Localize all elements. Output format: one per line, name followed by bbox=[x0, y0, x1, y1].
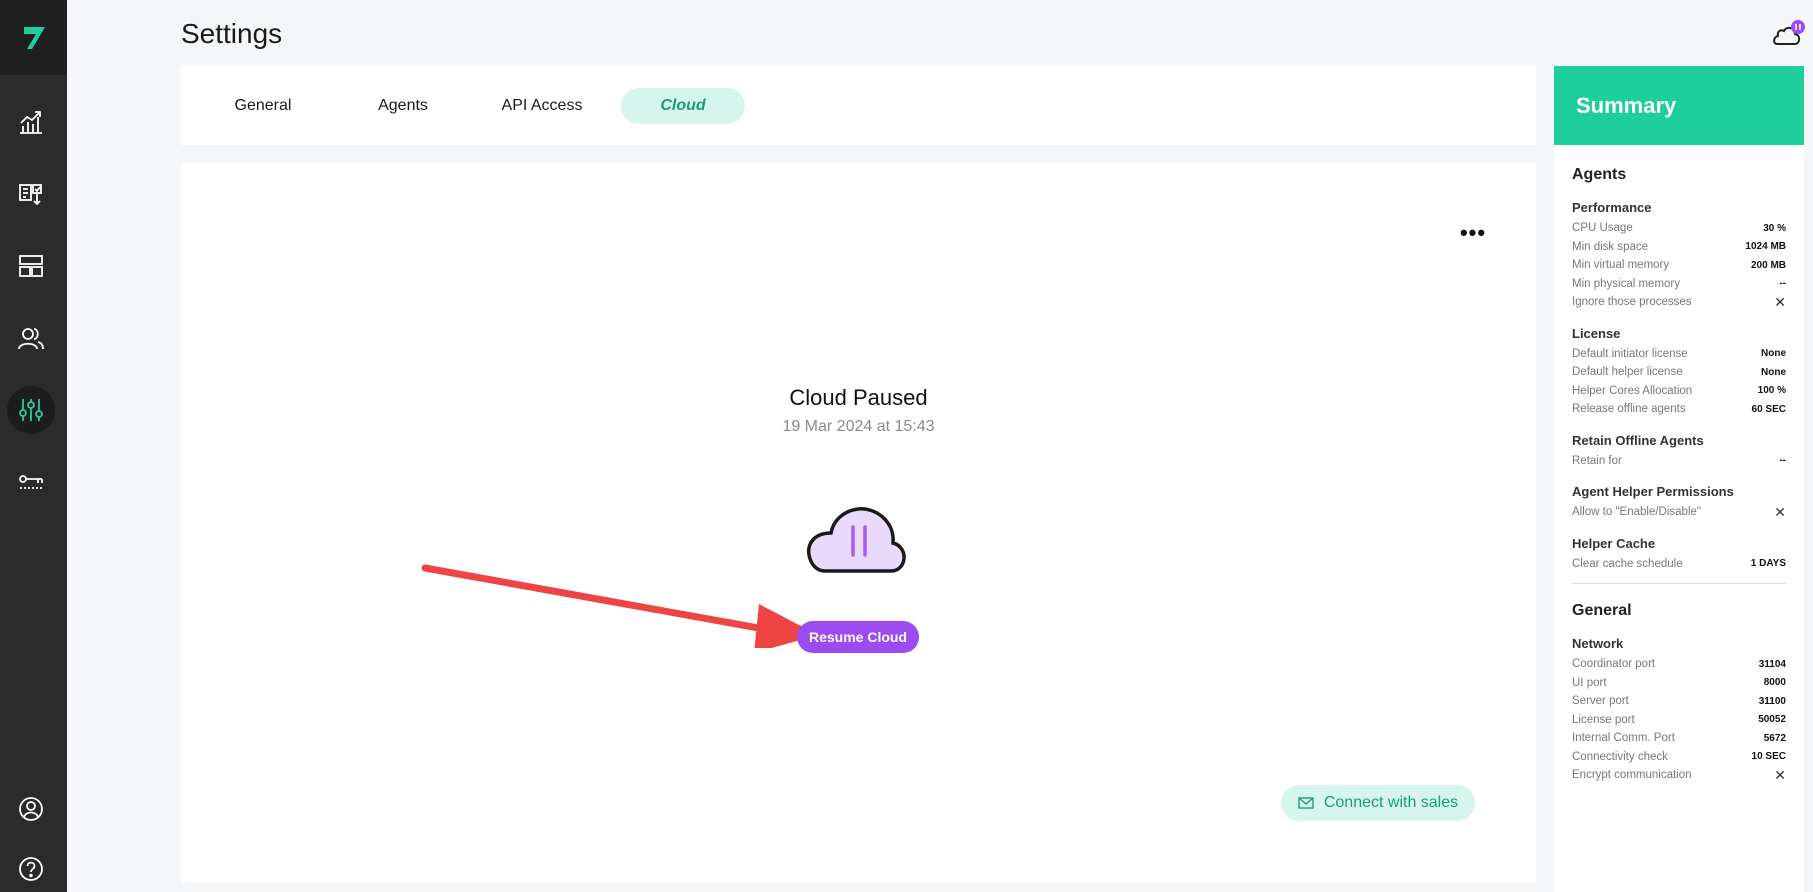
summary-row: CPU Usage 30 % bbox=[1572, 222, 1786, 235]
nav-layout[interactable] bbox=[7, 242, 55, 290]
summary-row: Clear cache schedule 1 DAYS bbox=[1572, 557, 1786, 570]
nav-jobs[interactable] bbox=[7, 170, 55, 218]
tab-general[interactable]: General bbox=[217, 88, 309, 124]
summary-divider bbox=[1572, 583, 1786, 584]
summary-row: Retain for -- bbox=[1572, 454, 1786, 467]
summary-row: License port 50052 bbox=[1572, 713, 1786, 726]
cloud-panel: ••• Cloud Paused 19 Mar 2024 at 15:43 Re… bbox=[181, 163, 1536, 883]
summary-subsection-permissions: Agent Helper Permissions bbox=[1572, 484, 1734, 499]
summary-row: Internal Comm. Port 5672 bbox=[1572, 732, 1786, 745]
annotation-arrow bbox=[421, 564, 818, 648]
summary-row: Helper Cores Allocation 100 % bbox=[1572, 384, 1786, 397]
summary-section-agents: Agents bbox=[1572, 166, 1627, 183]
page-title: Settings bbox=[181, 18, 283, 49]
sidebar bbox=[0, 0, 67, 892]
summary-row: Min virtual memory 200 MB bbox=[1572, 259, 1786, 272]
cloud-status-button[interactable] bbox=[1769, 18, 1805, 48]
nav-help[interactable] bbox=[7, 845, 55, 892]
summary-subsection-performance: Performance bbox=[1572, 200, 1652, 215]
summary-section-general: General bbox=[1572, 602, 1632, 619]
analytics-icon bbox=[20, 111, 42, 134]
summary-title: Summary bbox=[1554, 66, 1804, 145]
cloud-status-title: Cloud Paused bbox=[789, 385, 928, 410]
layout-icon bbox=[19, 255, 43, 277]
summary-row: Min disk space 1024 MB bbox=[1572, 240, 1786, 253]
nav-keys[interactable] bbox=[7, 458, 55, 506]
summary-subsection-retain: Retain Offline Agents bbox=[1572, 432, 1704, 448]
users-icon bbox=[18, 328, 44, 350]
summary-subsection-cache: Helper Cache bbox=[1572, 535, 1656, 551]
summary-row: Release offline agents 60 SEC bbox=[1572, 403, 1786, 416]
key-icon bbox=[19, 475, 43, 489]
summary-row: Coordinator port 31104 bbox=[1572, 658, 1786, 671]
nav-settings[interactable] bbox=[7, 386, 55, 434]
jobs-icon bbox=[19, 184, 42, 206]
profile-icon bbox=[19, 797, 43, 821]
cloud-paused-status-icon bbox=[1773, 20, 1805, 45]
summary-row: Min physical memory -- bbox=[1572, 277, 1786, 290]
close-icon: ✕ bbox=[1774, 766, 1786, 783]
mail-icon bbox=[1298, 797, 1314, 809]
nav-analytics[interactable] bbox=[7, 98, 55, 146]
summary-subsection-network: Network bbox=[1572, 636, 1624, 651]
nav-profile[interactable] bbox=[7, 785, 55, 833]
summary-row: Server port 31100 bbox=[1572, 695, 1786, 708]
summary-row: Default helper license None bbox=[1572, 366, 1786, 379]
connect-with-sales-label: Connect with sales bbox=[1323, 794, 1459, 811]
summary-row: Encrypt communication ✕ bbox=[1572, 766, 1786, 783]
close-icon: ✕ bbox=[1774, 503, 1786, 520]
tabs-bar: General Agents API Access Cloud bbox=[181, 66, 1536, 145]
summary-row: UI port 8000 bbox=[1572, 676, 1786, 689]
summary-row: Allow to "Enable/Disable" ✕ bbox=[1572, 503, 1786, 520]
help-icon bbox=[19, 857, 43, 881]
logo-icon bbox=[23, 26, 45, 49]
tab-agents[interactable]: Agents bbox=[357, 88, 449, 124]
cloud-status-date: 19 Mar 2024 at 15:43 bbox=[782, 418, 935, 435]
summary-subsection-license: License bbox=[1572, 325, 1621, 341]
close-icon: ✕ bbox=[1774, 293, 1786, 310]
summary-panel: Agents Performance CPU Usage 30 % Min dis… bbox=[1554, 145, 1804, 892]
summary-row: Connectivity check 10 SEC bbox=[1572, 750, 1786, 763]
nav-users[interactable] bbox=[7, 314, 55, 362]
more-options-button[interactable]: ••• bbox=[1456, 222, 1490, 246]
summary-row: Ignore those processes ✕ bbox=[1572, 293, 1786, 310]
tab-cloud[interactable]: Cloud bbox=[621, 88, 745, 124]
resume-cloud-button[interactable]: Resume Cloud bbox=[797, 621, 919, 653]
tab-api-access[interactable]: API Access bbox=[487, 88, 597, 124]
connect-with-sales-button[interactable]: Connect with sales bbox=[1281, 785, 1475, 821]
summary-row: Default initiator license None bbox=[1572, 347, 1786, 360]
settings-sliders-icon bbox=[19, 399, 43, 421]
logo[interactable] bbox=[0, 0, 67, 75]
